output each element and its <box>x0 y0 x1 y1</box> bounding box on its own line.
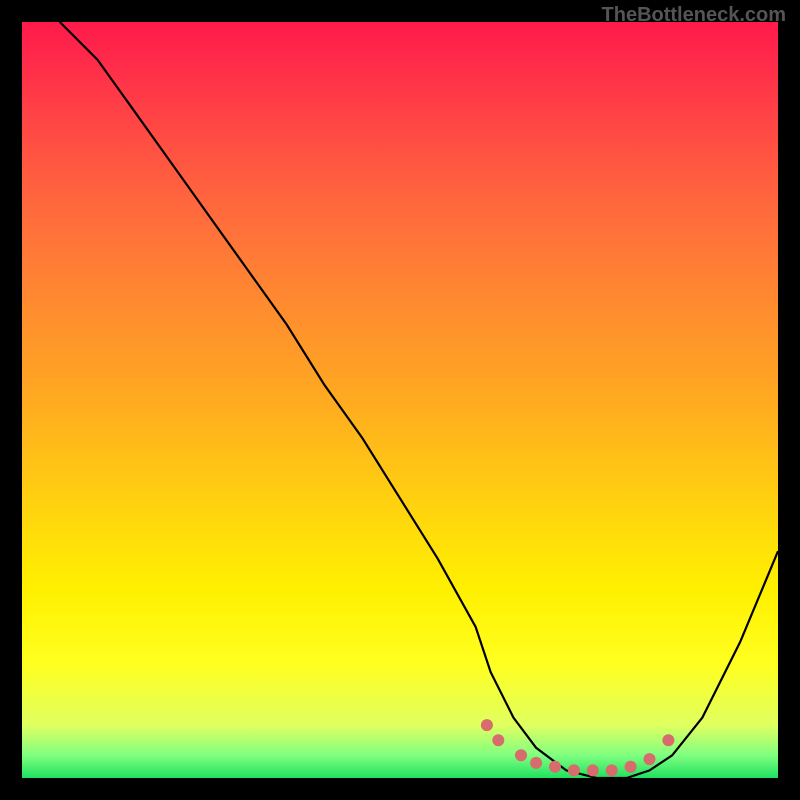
highlight-dot <box>662 734 674 746</box>
highlight-dot <box>625 761 637 773</box>
bottleneck-curve-line <box>60 22 778 778</box>
highlight-dot <box>530 757 542 769</box>
highlight-dot <box>644 753 656 765</box>
watermark-text: TheBottleneck.com <box>602 4 786 27</box>
highlight-dot <box>515 749 527 761</box>
highlight-dot <box>606 764 618 776</box>
highlight-dot <box>549 761 561 773</box>
chart-plot-area <box>22 22 778 778</box>
highlight-dot <box>492 734 504 746</box>
highlight-dot <box>568 764 580 776</box>
highlight-dot <box>481 719 493 731</box>
chart-svg <box>22 22 778 778</box>
highlight-dot <box>587 764 599 776</box>
highlight-markers <box>481 719 675 776</box>
